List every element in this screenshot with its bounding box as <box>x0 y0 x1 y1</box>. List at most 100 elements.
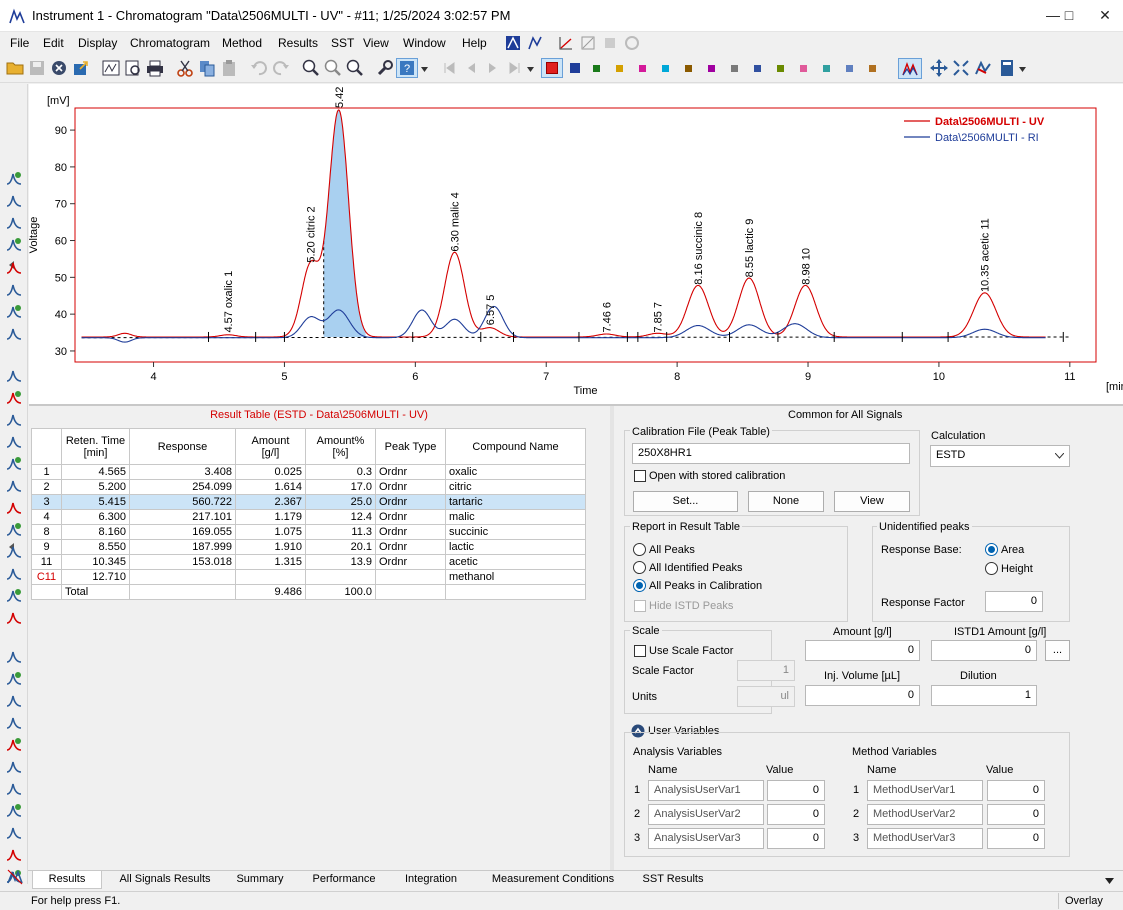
dropdown-arrow-icon[interactable] <box>421 67 428 72</box>
method-var-name-field[interactable]: MethodUserVar3 <box>867 828 983 849</box>
signal-color-swatch[interactable] <box>731 65 738 72</box>
integration-table-icon[interactable] <box>6 868 24 886</box>
delete-icon[interactable] <box>5 587 23 605</box>
table-row[interactable]: 1 4.565 3.408 0.025 0.3 Ordnr oxalic <box>31 464 586 480</box>
result-table[interactable]: Reten. Time [min] Response Amount [g/l] Amoun… <box>31 428 586 600</box>
tail-tangent-icon[interactable] <box>5 455 23 473</box>
column-header[interactable]: Response <box>129 428 236 465</box>
fft-icon[interactable] <box>5 846 23 864</box>
view-button[interactable]: View <box>834 491 910 512</box>
paste-icon[interactable] <box>220 59 238 77</box>
column-header[interactable]: Amount [g/l] <box>235 428 306 465</box>
dilution-field[interactable]: 1 <box>931 685 1037 706</box>
close-file-icon[interactable] <box>50 59 68 77</box>
last-icon[interactable] <box>506 59 524 77</box>
tab-measurement-conditions[interactable]: Measurement Conditions <box>480 871 626 889</box>
units-field[interactable]: ul <box>737 686 795 707</box>
analysis-var-name-field[interactable]: AnalysisUserVar2 <box>648 804 764 825</box>
column-header[interactable]: Peak Type <box>375 428 446 465</box>
use-scale-checkbox[interactable] <box>634 645 646 657</box>
tabs-dropdown-icon[interactable] <box>1105 878 1114 884</box>
analysis-var-name-field[interactable]: AnalysisUserVar1 <box>648 780 764 801</box>
split-peak-icon[interactable] <box>5 477 23 495</box>
open-folder-icon[interactable] <box>6 59 24 77</box>
deconvolution-icon[interactable] <box>5 802 23 820</box>
menu-method[interactable]: Method <box>222 36 262 50</box>
menu-view[interactable]: View <box>363 36 389 50</box>
column-header[interactable]: Amount% [%] <box>305 428 376 465</box>
open-stored-checkbox[interactable] <box>634 470 646 482</box>
next-icon[interactable] <box>484 59 502 77</box>
shift-icon[interactable] <box>5 543 23 561</box>
more-button[interactable]: ... <box>1045 640 1070 661</box>
smooth-icon[interactable] <box>5 609 23 627</box>
print-icon[interactable] <box>146 59 164 77</box>
table-row[interactable]: 11 10.345 153.018 1.315 13.9 Ordnr acetic <box>31 554 586 570</box>
save-icon[interactable] <box>28 59 46 77</box>
zoom-out-icon[interactable] <box>324 59 342 77</box>
peak-icon[interactable] <box>5 170 23 188</box>
table-row[interactable]: 2 5.200 254.099 1.614 17.0 Ordnr citric <box>31 479 586 495</box>
response-factor-field[interactable]: 0 <box>985 591 1043 612</box>
signal-color-swatch[interactable] <box>846 65 853 72</box>
report-setup-icon[interactable] <box>527 35 543 51</box>
table-row[interactable]: 4 6.300 217.101 1.179 12.4 Ordnr malic <box>31 509 586 525</box>
nav-dropdown-icon[interactable] <box>527 67 534 72</box>
overlay-button[interactable] <box>898 58 922 79</box>
menu-file[interactable]: File <box>10 36 29 50</box>
signal-color-swatch[interactable] <box>800 65 807 72</box>
wrench-icon[interactable] <box>376 59 394 77</box>
slope-icon[interactable] <box>5 303 23 321</box>
tab-performance[interactable]: Performance <box>304 871 384 889</box>
calibration-file-field[interactable]: 250X8HR1 <box>632 443 910 464</box>
help-button[interactable]: ? <box>396 58 418 78</box>
method-var-value-field[interactable]: 0 <box>987 804 1045 825</box>
undo-icon[interactable] <box>250 59 268 77</box>
cut-icon[interactable] <box>176 59 194 77</box>
table-row[interactable]: 3 5.415 560.722 2.367 25.0 Ordnr tartaric <box>31 494 586 510</box>
calibration-icon[interactable] <box>580 35 596 51</box>
method-var-value-field[interactable]: 0 <box>987 780 1045 801</box>
signal-color-swatch[interactable] <box>869 65 876 72</box>
menu-edit[interactable]: Edit <box>43 36 64 50</box>
baseline-icon[interactable] <box>5 389 23 407</box>
analysis-var-value-field[interactable]: 0 <box>767 804 825 825</box>
signal-color-swatch[interactable] <box>777 65 784 72</box>
calculation-select[interactable]: ESTD <box>930 445 1070 467</box>
tab-results[interactable]: Results <box>32 871 102 889</box>
table-row[interactable]: 9 8.550 187.999 1.910 20.1 Ordnr lactic <box>31 539 586 555</box>
signal-color-swatch[interactable] <box>685 65 692 72</box>
zoom-full-icon[interactable] <box>346 59 364 77</box>
move-icon[interactable] <box>930 59 948 77</box>
close-button[interactable]: ✕ <box>1082 0 1123 30</box>
redo-icon[interactable] <box>272 59 290 77</box>
calibration-summary-icon[interactable] <box>602 35 618 51</box>
analysis-var-value-field[interactable]: 0 <box>767 780 825 801</box>
method-var-value-field[interactable]: 0 <box>987 828 1045 849</box>
delete-peak-icon[interactable] <box>5 367 23 385</box>
chromatogram-view-icon[interactable] <box>102 59 120 77</box>
tab-all-signals-results[interactable]: All Signals Results <box>110 871 220 889</box>
derivative-icon[interactable] <box>5 648 23 666</box>
scale-factor-field[interactable]: 1 <box>737 660 795 681</box>
peak-remove-icon[interactable] <box>5 259 23 277</box>
all-in-calibration-radio[interactable] <box>633 579 646 592</box>
height-radio[interactable] <box>985 562 998 575</box>
inj-volume-field[interactable]: 0 <box>805 685 920 706</box>
none-button[interactable]: None <box>748 491 824 512</box>
peak-add-icon[interactable] <box>5 236 23 254</box>
signal-color-swatch[interactable] <box>593 65 600 72</box>
menu-help[interactable]: Help <box>462 36 487 50</box>
print-preview-icon[interactable] <box>124 59 142 77</box>
export-icon[interactable] <box>72 59 90 77</box>
menu-display[interactable]: Display <box>78 36 117 50</box>
first-icon[interactable] <box>440 59 458 77</box>
alpha-icon[interactable] <box>5 780 23 798</box>
menu-chromatogram[interactable]: Chromatogram <box>130 36 210 50</box>
calibration-curve-icon[interactable] <box>558 35 574 51</box>
math-icon[interactable] <box>5 824 23 842</box>
analysis-var-name-field[interactable]: AnalysisUserVar3 <box>648 828 764 849</box>
lock-icon[interactable] <box>5 521 23 539</box>
copy-icon[interactable] <box>198 59 216 77</box>
signal-color-swatch[interactable] <box>639 65 646 72</box>
